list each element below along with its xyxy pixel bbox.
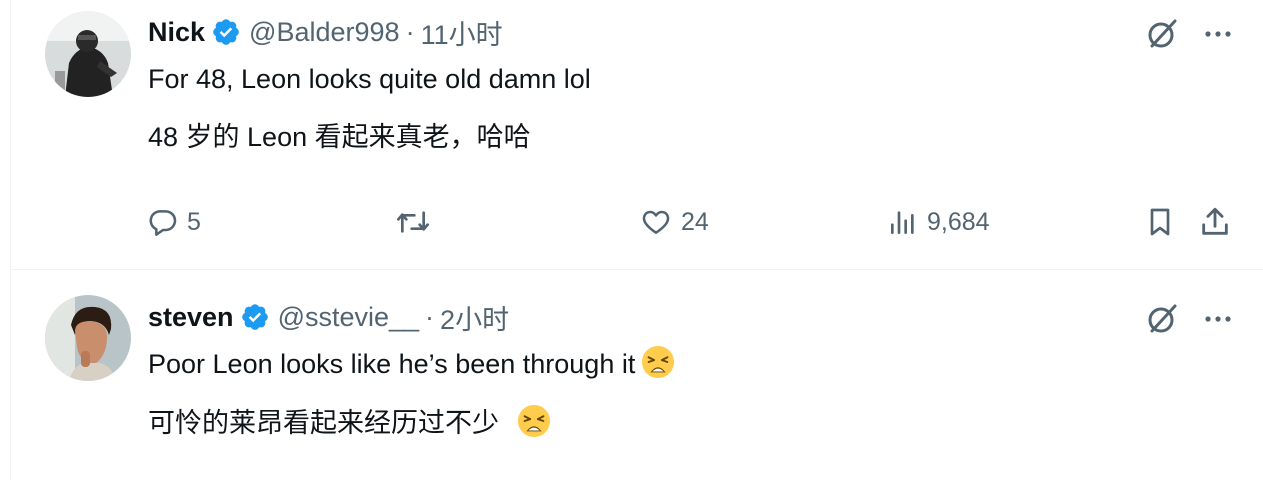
more-icon[interactable] (1202, 18, 1234, 50)
avatar[interactable] (45, 11, 131, 97)
views-icon (887, 206, 919, 238)
tweet-text-line: Poor Leon looks like he’s been through i… (148, 345, 675, 382)
translated-text: 48 岁的 Leon 看起来真老，哈哈 (148, 122, 531, 152)
separator: · (425, 301, 435, 332)
separator: · (405, 16, 415, 47)
translated-text: 可怜的莱昂看起来经历过不少 (148, 408, 499, 438)
like-icon (639, 206, 673, 238)
timestamp[interactable]: 11小时 (421, 13, 503, 52)
action-bar: 5 24 9,684 (11, 200, 1263, 244)
bookmark-button[interactable] (1144, 200, 1176, 244)
tweet-text: For 48, Leon looks quite old damn lol (148, 64, 591, 94)
reply-count: 5 (187, 207, 201, 236)
tweet[interactable]: Nick @Balder998 · 11小时 For 48, Leon look… (11, 0, 1263, 270)
view-count: 9,684 (927, 207, 990, 236)
retweet-icon (394, 206, 432, 238)
reply-icon (147, 206, 179, 238)
share-icon (1198, 205, 1232, 239)
tweet-top-actions (1144, 299, 1234, 339)
verified-badge-icon (211, 17, 241, 47)
avatar[interactable] (45, 295, 131, 381)
verified-badge-icon (240, 302, 270, 332)
tweet-header: steven @sstevie__ · 2小时 (148, 299, 509, 335)
like-button[interactable]: 24 (639, 200, 709, 244)
handle[interactable]: @Balder998 (249, 17, 400, 48)
tweet-top-actions (1144, 14, 1234, 54)
more-icon[interactable] (1202, 303, 1234, 335)
timeline: Nick @Balder998 · 11小时 For 48, Leon look… (10, 0, 1263, 480)
translated-text-line: 可怜的莱昂看起来经历过不少 (148, 404, 551, 441)
retweet-button[interactable] (394, 200, 432, 244)
display-name[interactable]: Nick (148, 17, 205, 48)
tweet-text: Poor Leon looks like he’s been through i… (148, 349, 636, 379)
share-button[interactable] (1198, 200, 1232, 244)
like-count: 24 (681, 207, 709, 236)
bookmark-icon (1144, 205, 1176, 239)
reply-button[interactable]: 5 (147, 200, 201, 244)
views-button[interactable]: 9,684 (887, 200, 990, 244)
grok-icon[interactable] (1144, 301, 1180, 337)
weary-face-emoji (641, 345, 675, 379)
timestamp[interactable]: 2小时 (440, 298, 509, 337)
handle[interactable]: @sstevie__ (278, 302, 419, 333)
grok-icon[interactable] (1144, 16, 1180, 52)
weary-face-emoji (517, 404, 551, 438)
display-name[interactable]: steven (148, 302, 234, 333)
tweet[interactable]: steven @sstevie__ · 2小时 Poor Leon looks … (11, 270, 1263, 480)
tweet-header: Nick @Balder998 · 11小时 (148, 14, 503, 50)
